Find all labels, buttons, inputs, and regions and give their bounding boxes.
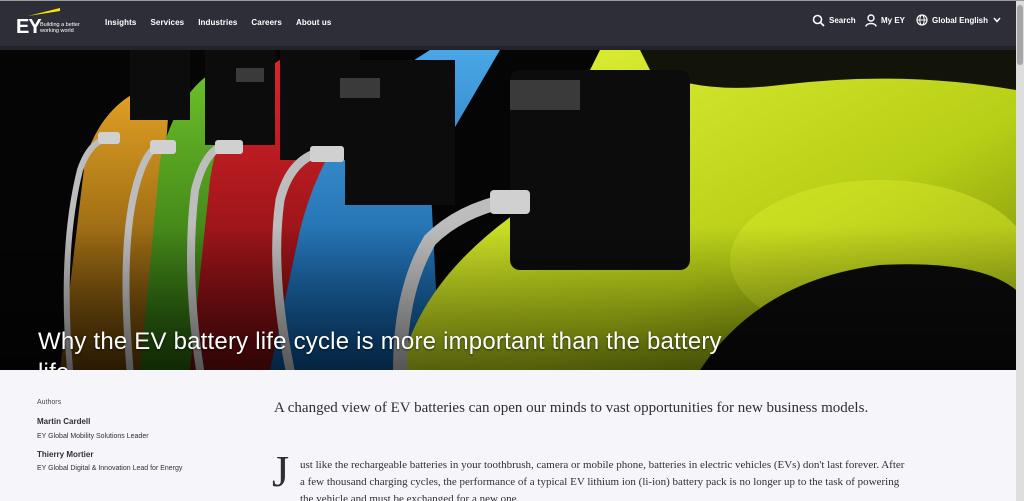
nav-about-us[interactable]: About us — [296, 18, 331, 27]
logo-tagline: Building a better working world — [40, 22, 80, 34]
search-button[interactable]: Search — [812, 14, 856, 27]
ey-logo[interactable]: EY Building a better working world — [16, 7, 86, 41]
hero-image-ev-chargers — [0, 50, 1016, 370]
main-nav: Insights Services Industries Careers Abo… — [105, 18, 345, 27]
hero-banner: Why the EV battery life cycle is more im… — [0, 50, 1016, 370]
hero-title: Why the EV battery life cycle is more im… — [38, 328, 722, 370]
language-selector[interactable]: Global English — [916, 14, 1005, 26]
search-label: Search — [829, 16, 856, 25]
logo-accent-bar — [28, 8, 60, 16]
chevron-down-icon — [993, 17, 1001, 23]
authors-label: Authors — [37, 399, 62, 406]
nav-careers[interactable]: Careers — [251, 18, 282, 27]
article-content: Authors Martin Cardell EY Global Mobilit… — [0, 370, 1016, 501]
page-scrollbar[interactable] — [1016, 1, 1024, 501]
language-label: Global English — [932, 15, 989, 25]
nav-services[interactable]: Services — [150, 18, 184, 27]
author-role: EY Global Digital & Innovation Lead for … — [37, 465, 183, 472]
article-body-paragraph: ust like the rechargeable batteries in y… — [300, 459, 905, 501]
site-header: EY Building a better working world Insig… — [0, 1, 1016, 46]
my-ey-button[interactable]: My EY — [865, 14, 905, 27]
nav-industries[interactable]: Industries — [198, 18, 237, 27]
user-icon — [865, 14, 877, 27]
scrollbar-thumb[interactable] — [1017, 5, 1023, 65]
drop-cap: J — [272, 447, 290, 496]
author-name[interactable]: Thierry Mortier — [37, 450, 93, 459]
search-icon — [812, 14, 825, 27]
logo-text: EY — [16, 16, 42, 38]
nav-insights[interactable]: Insights — [105, 18, 136, 27]
globe-icon — [916, 14, 928, 26]
my-ey-label: My EY — [881, 16, 906, 25]
article-lede: A changed view of EV batteries can open … — [274, 400, 869, 416]
author-role: EY Global Mobility Solutions Leader — [37, 433, 149, 440]
author-name[interactable]: Martin Cardell — [37, 417, 90, 426]
